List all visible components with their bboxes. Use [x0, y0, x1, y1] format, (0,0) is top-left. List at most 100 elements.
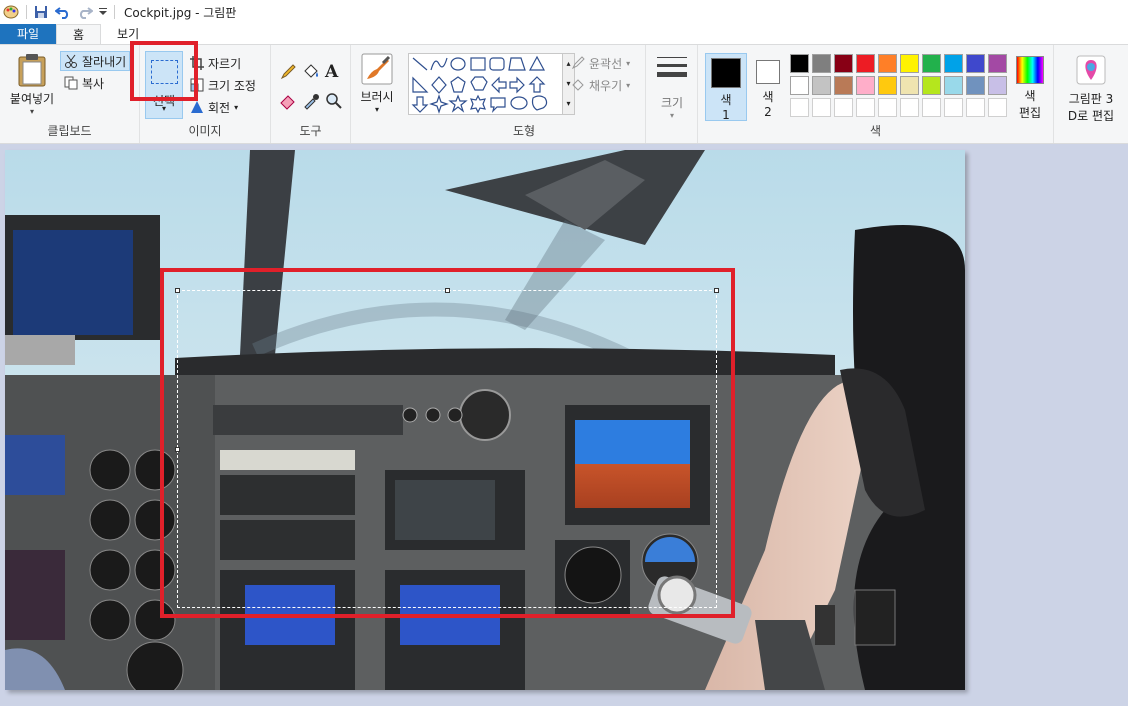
pencil-icon[interactable]: [279, 63, 297, 81]
color-swatch[interactable]: [856, 76, 875, 95]
color-swatch[interactable]: [812, 98, 831, 117]
color-swatch[interactable]: [966, 76, 985, 95]
eraser-icon[interactable]: [279, 92, 297, 110]
size-dropdown-icon[interactable]: ▾: [654, 111, 690, 120]
color-swatch[interactable]: [944, 76, 963, 95]
color-swatch[interactable]: [790, 98, 809, 117]
color-swatch[interactable]: [790, 76, 809, 95]
color1-label-line2: 1: [722, 108, 730, 122]
size-button[interactable]: 크기 ▾: [654, 55, 690, 125]
cut-label: 잘라내기: [82, 54, 127, 69]
color-swatch[interactable]: [878, 54, 897, 73]
save-icon[interactable]: [30, 0, 52, 24]
paint3d-group: 그림판 3 D로 편집: [1054, 45, 1128, 143]
color-swatch[interactable]: [944, 98, 963, 117]
shapes-group-label: 도형: [512, 124, 536, 138]
text-tool-icon[interactable]: A: [325, 62, 338, 82]
rotate-dropdown-icon[interactable]: ▾: [234, 103, 238, 112]
edit-with-paint3d-button[interactable]: 그림판 3 D로 편집: [1060, 55, 1122, 125]
color-swatch[interactable]: [856, 54, 875, 73]
copy-button[interactable]: 복사: [64, 73, 104, 93]
paste-button[interactable]: 붙여넣기 ▾: [6, 53, 58, 125]
size-group: 크기 ▾: [646, 45, 698, 143]
color1-button[interactable]: 색 1: [705, 53, 747, 122]
fill-dropdown-icon[interactable]: ▾: [626, 81, 630, 90]
shapes-gallery-icons: [411, 55, 548, 114]
color-swatch[interactable]: [966, 54, 985, 73]
undo-icon[interactable]: [52, 0, 74, 24]
color-swatch[interactable]: [922, 76, 941, 95]
color-swatch[interactable]: [812, 76, 831, 95]
color-swatch[interactable]: [922, 54, 941, 73]
customize-quick-access-icon[interactable]: [96, 0, 110, 24]
rotate-icon: [191, 101, 203, 113]
color-swatch[interactable]: [988, 98, 1007, 117]
window-title: Cockpit.jpg - 그림판: [124, 5, 237, 20]
color-picker-icon[interactable]: [302, 92, 320, 110]
paste-dropdown-icon[interactable]: ▾: [6, 107, 58, 116]
edit-colors-line2: 편집: [1018, 106, 1042, 120]
redo-icon[interactable]: [74, 0, 96, 24]
shapes-group: ▴ ▾ ▾ 윤곽선 ▾ 채우기 ▾ 도형: [403, 45, 646, 143]
paint3d-label-line1: 그림판 3: [1068, 92, 1114, 106]
fill-bucket-icon[interactable]: [302, 63, 320, 81]
brushes-button[interactable]: 브러시 ▾: [357, 53, 397, 125]
cut-button[interactable]: 잘라내기: [60, 51, 131, 71]
color-swatch[interactable]: [834, 98, 853, 117]
color-swatch[interactable]: [966, 98, 985, 117]
color2-label-line1: 색: [762, 90, 774, 104]
color2-swatch: [756, 60, 780, 84]
brushes-dropdown-icon[interactable]: ▾: [357, 105, 397, 114]
resize-button[interactable]: 크기 조정: [190, 75, 256, 95]
color-swatch[interactable]: [790, 54, 809, 73]
outline-dropdown-icon[interactable]: ▾: [626, 59, 630, 68]
copy-icon: [64, 76, 78, 90]
color1-swatch: [711, 58, 741, 88]
color-swatch[interactable]: [900, 54, 919, 73]
color-swatch[interactable]: [900, 98, 919, 117]
paint3d-icon: [1076, 55, 1106, 85]
paint3d-label-line2: D로 편집: [1067, 109, 1115, 123]
color-swatch[interactable]: [812, 54, 831, 73]
tools-group: A 도구: [271, 45, 351, 143]
fill-button[interactable]: 채우기 ▾: [571, 75, 630, 95]
size-label: 크기: [660, 96, 684, 110]
select-highlight-box: [130, 41, 198, 101]
magnifier-icon[interactable]: [325, 92, 343, 110]
color-swatch[interactable]: [878, 76, 897, 95]
color-swatch[interactable]: [878, 98, 897, 117]
paint-app-icon[interactable]: [0, 0, 22, 24]
brush-icon: [361, 53, 393, 85]
edit-colors-button[interactable]: 색 편집: [1010, 53, 1050, 125]
selection-highlight-box: [160, 268, 735, 618]
color-swatch[interactable]: [944, 54, 963, 73]
outline-button[interactable]: 윤곽선 ▾: [571, 53, 630, 73]
scissors-icon: [65, 54, 77, 68]
color-swatch[interactable]: [834, 54, 853, 73]
select-dropdown-icon[interactable]: ▾: [146, 104, 182, 113]
clipboard-group-label: 클립보드: [47, 124, 92, 138]
brushes-group: 브러시 ▾: [351, 45, 403, 143]
shapes-gallery[interactable]: [408, 53, 563, 115]
copy-label: 복사: [82, 76, 105, 91]
tab-home[interactable]: 홈: [56, 24, 102, 44]
image-group-label: 이미지: [188, 124, 222, 138]
rotate-label: 회전: [208, 100, 231, 115]
color-swatch[interactable]: [856, 98, 875, 117]
fill-icon: [572, 79, 584, 91]
color-swatch[interactable]: [988, 76, 1007, 95]
color2-button[interactable]: 색 2: [751, 53, 785, 121]
resize-label: 크기 조정: [208, 78, 256, 93]
color-swatch[interactable]: [988, 54, 1007, 73]
outline-pen-icon: [571, 56, 585, 70]
color-swatch[interactable]: [900, 76, 919, 95]
color2-label-line2: 2: [764, 105, 772, 119]
separator: [110, 0, 118, 24]
tab-file[interactable]: 파일: [0, 24, 56, 44]
workspace: [0, 145, 1128, 706]
color-swatch[interactable]: [834, 76, 853, 95]
color-swatch[interactable]: [922, 98, 941, 117]
outline-label: 윤곽선: [589, 56, 623, 71]
paste-label: 붙여넣기: [9, 92, 55, 106]
crop-label: 자르기: [208, 56, 242, 71]
